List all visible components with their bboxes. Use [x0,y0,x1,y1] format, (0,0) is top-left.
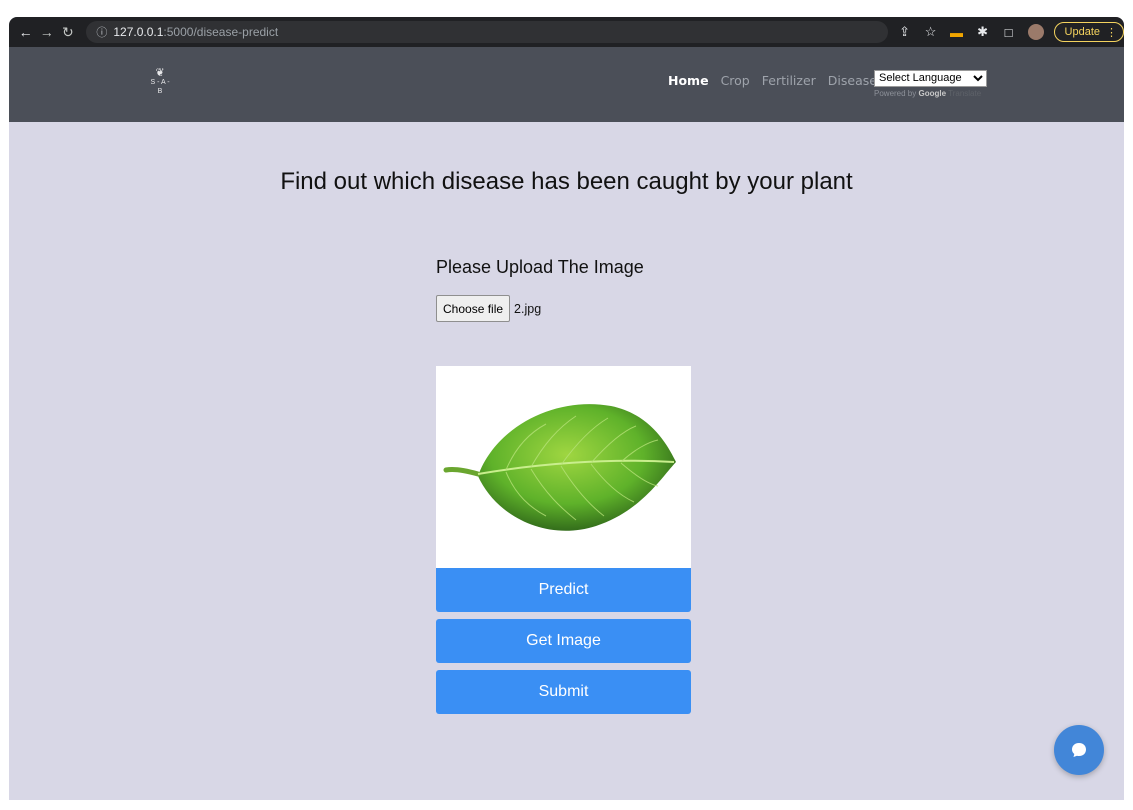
share-icon[interactable]: ⇪ [898,24,912,40]
selected-file-name: 2.jpg [514,301,542,316]
image-preview [436,366,691,568]
back-arrow-icon[interactable]: ← [15,24,36,40]
nav-link-crop[interactable]: Crop [721,73,750,88]
choose-file-button[interactable]: Choose file [436,295,511,322]
language-select[interactable]: Select Language [874,69,987,87]
chat-bubble-icon [1072,743,1086,757]
get-image-button[interactable]: Get Image [436,619,691,663]
file-input[interactable]: Choose file 2.jpg [436,295,541,322]
browser-window: ← → ↻ ⓘ 127.0.0.1 :5000/disease-predict … [9,17,1124,800]
translate-link[interactable]: Translate [948,89,981,98]
submit-button[interactable]: Submit [436,670,691,714]
predict-button[interactable]: Predict [436,568,691,612]
update-label: Update [1064,26,1100,38]
page-title: Find out which disease has been caught b… [280,168,853,195]
site-logo[interactable]: ❦ S - A - B [149,67,171,96]
leaf-image [443,404,676,531]
leaf-logo-icon: ❦ [155,67,165,79]
nav-link-disease[interactable]: Disease [828,73,877,88]
site-navbar: ❦ S - A - B Home Crop Fertilizer Disease… [9,47,1124,122]
forward-arrow-icon[interactable]: → [36,24,57,40]
star-icon[interactable]: ☆ [924,24,938,40]
puzzle-icon[interactable]: ✱ [976,24,990,40]
nav-links: Home Crop Fertilizer Disease [668,73,877,88]
logo-text: S - A - B [150,79,170,95]
upload-label: Please Upload The Image [436,257,644,277]
info-icon[interactable]: ⓘ [96,24,107,40]
nav-link-fertilizer[interactable]: Fertilizer [762,73,816,88]
google-logo: Google [918,88,947,98]
language-widget: Select Language Powered by Google Transl… [874,68,987,98]
update-button[interactable]: Update ⋮ [1053,22,1124,42]
kebab-menu-icon: ⋮ [1106,26,1117,39]
powered-by-text: Powered by [874,88,917,98]
nav-link-home[interactable]: Home [668,73,709,88]
extension-icon[interactable]: ▬ [950,25,964,40]
powered-by-google: Powered by Google Translate [874,89,987,98]
browser-toolbar: ← → ↻ ⓘ 127.0.0.1 :5000/disease-predict … [9,17,1124,47]
reload-icon[interactable]: ↻ [57,24,78,41]
address-bar[interactable]: ⓘ 127.0.0.1 :5000/disease-predict [86,21,888,43]
profile-avatar[interactable] [1027,24,1044,40]
chat-button[interactable] [1054,725,1104,775]
sidepanel-icon[interactable]: □ [1002,25,1016,40]
url-host: 127.0.0.1 [113,25,164,39]
url-path: :5000/disease-predict [163,25,279,39]
